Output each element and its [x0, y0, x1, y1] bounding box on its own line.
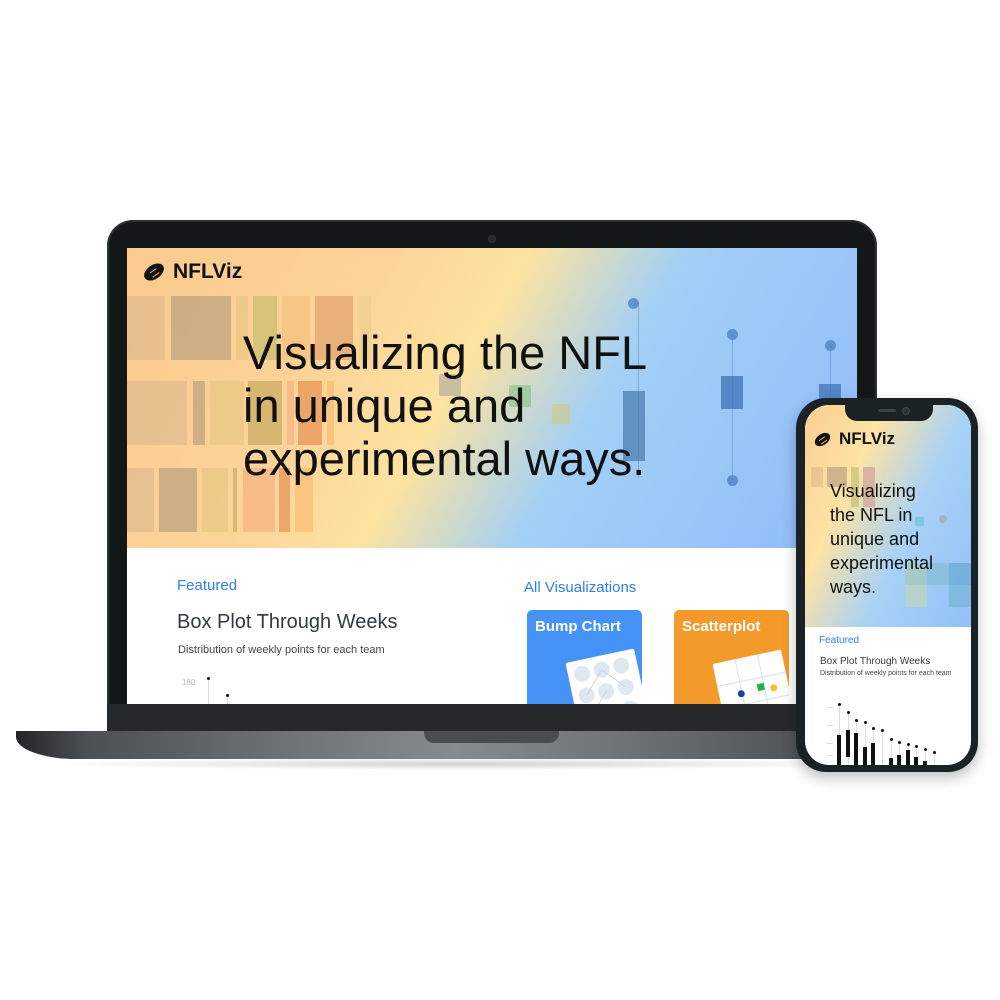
chart-point [881, 729, 884, 732]
hero-title-line: Visualizing [830, 481, 916, 501]
deco-box [721, 376, 743, 409]
hero-title-line: the NFL in [830, 504, 913, 525]
phone-camera [902, 407, 910, 415]
deco-dot [628, 298, 639, 309]
deco-rect [210, 381, 244, 445]
mobile-featured-label: Featured [819, 635, 860, 646]
card-label: Scatterplot [682, 618, 761, 635]
mobile-brand-logo[interactable]: NFLViz [812, 429, 896, 449]
chart-point [915, 745, 919, 748]
mobile-box-plot [805, 695, 971, 765]
featured-label: Featured [177, 577, 238, 594]
hero-title: Visualizing the NFL in unique and experi… [243, 326, 647, 485]
featured-title[interactable]: Box Plot Through Weeks [177, 611, 398, 634]
chart-whisker [208, 679, 209, 704]
chart-point [932, 751, 936, 754]
hero-title-line: unique and [830, 528, 920, 549]
chart-whisker [933, 753, 935, 765]
chart-point [226, 694, 229, 697]
deco-rect [233, 468, 237, 532]
laptop-camera [488, 235, 496, 243]
deco-dot [825, 340, 836, 351]
laptop-opening-notch [424, 731, 559, 743]
y-tick-label: 180 [182, 678, 196, 687]
mobile-featured-title[interactable]: Box Plot Through Weeks [820, 656, 930, 667]
mobile-featured-description: Distribution of weekly points for each t… [820, 670, 952, 677]
hero-title-line: ways. [830, 576, 877, 597]
chart-point [207, 677, 210, 680]
brand-logo[interactable]: NFLViz [140, 259, 243, 285]
deco-dot [727, 329, 738, 340]
deco-dot [939, 515, 947, 523]
chart-box [862, 747, 867, 765]
chart-box [854, 733, 859, 765]
scatterplot-thumbnail [712, 649, 789, 704]
card-scatterplot[interactable]: Scatterplot [674, 610, 789, 704]
chart-box [837, 735, 841, 765]
chart-point [863, 721, 867, 724]
laptop-screen: NFLViz Visualizing the NFL in unique and… [127, 248, 857, 704]
y-tick [827, 725, 833, 726]
deco-square [949, 563, 971, 585]
deco-square [949, 585, 971, 607]
hero-banner: NFLViz Visualizing the NFL in unique and… [127, 248, 857, 548]
deco-rect [127, 468, 154, 532]
brand-name: NFLViz [173, 260, 243, 283]
deco-rect [171, 296, 231, 360]
chart-point [889, 738, 893, 741]
deco-rect [127, 296, 165, 360]
bump-chart-thumbnail [565, 648, 642, 704]
chart-whisker [882, 731, 883, 765]
chart-box [923, 761, 927, 765]
chart-point [838, 703, 841, 706]
mobile-hero-banner: NFLViz Visualizing the NFL in unique and… [805, 405, 971, 627]
mobile-hero-title: Visualizing the NFL in unique and experi… [830, 480, 933, 600]
card-label: Bump Chart [535, 618, 621, 635]
scatterplot-thumbnail-graphic [717, 654, 789, 704]
y-tick [827, 707, 833, 708]
football-icon [140, 259, 168, 285]
chart-point [855, 719, 859, 722]
brand-name: NFLViz [839, 429, 896, 448]
y-tick [827, 743, 833, 744]
phone-notch [845, 403, 933, 421]
chart-point [906, 743, 910, 746]
chart-box [905, 750, 910, 765]
hero-title-line: Visualizing the NFL [243, 326, 648, 379]
deco-rect [811, 467, 823, 487]
deco-rect [159, 468, 197, 532]
all-visualizations-label: All Visualizations [524, 579, 637, 596]
card-bump-chart[interactable]: Bump Chart [527, 610, 642, 704]
chart-point [872, 727, 876, 730]
hero-title-line: experimental ways. [243, 432, 646, 486]
chart-box [871, 743, 876, 765]
deco-rect [127, 381, 187, 445]
deco-dot [727, 475, 738, 486]
chart-box [888, 758, 893, 765]
chart-point [898, 741, 902, 744]
laptop-shadow [40, 758, 880, 770]
laptop-hinge [107, 704, 877, 732]
chart-whisker [227, 696, 228, 704]
chart-point [846, 711, 850, 714]
bump-chart-thumbnail-graphic [574, 657, 639, 704]
chart-box [845, 730, 850, 757]
phone-screen: NFLViz Visualizing the NFL in unique and… [805, 405, 971, 765]
deco-rect [202, 468, 228, 532]
main-content: Featured Box Plot Through Weeks Distribu… [127, 548, 857, 704]
hero-title-line: in unique and [243, 379, 526, 433]
phone-speaker [878, 409, 896, 412]
chart-point [924, 748, 927, 751]
football-icon [812, 429, 833, 449]
featured-description: Distribution of weekly points for each t… [178, 644, 385, 656]
chart-box [897, 755, 902, 765]
hero-title-line: experimental [830, 552, 934, 573]
y-tick [827, 755, 833, 756]
deco-rect [193, 381, 205, 445]
chart-box [914, 757, 919, 765]
